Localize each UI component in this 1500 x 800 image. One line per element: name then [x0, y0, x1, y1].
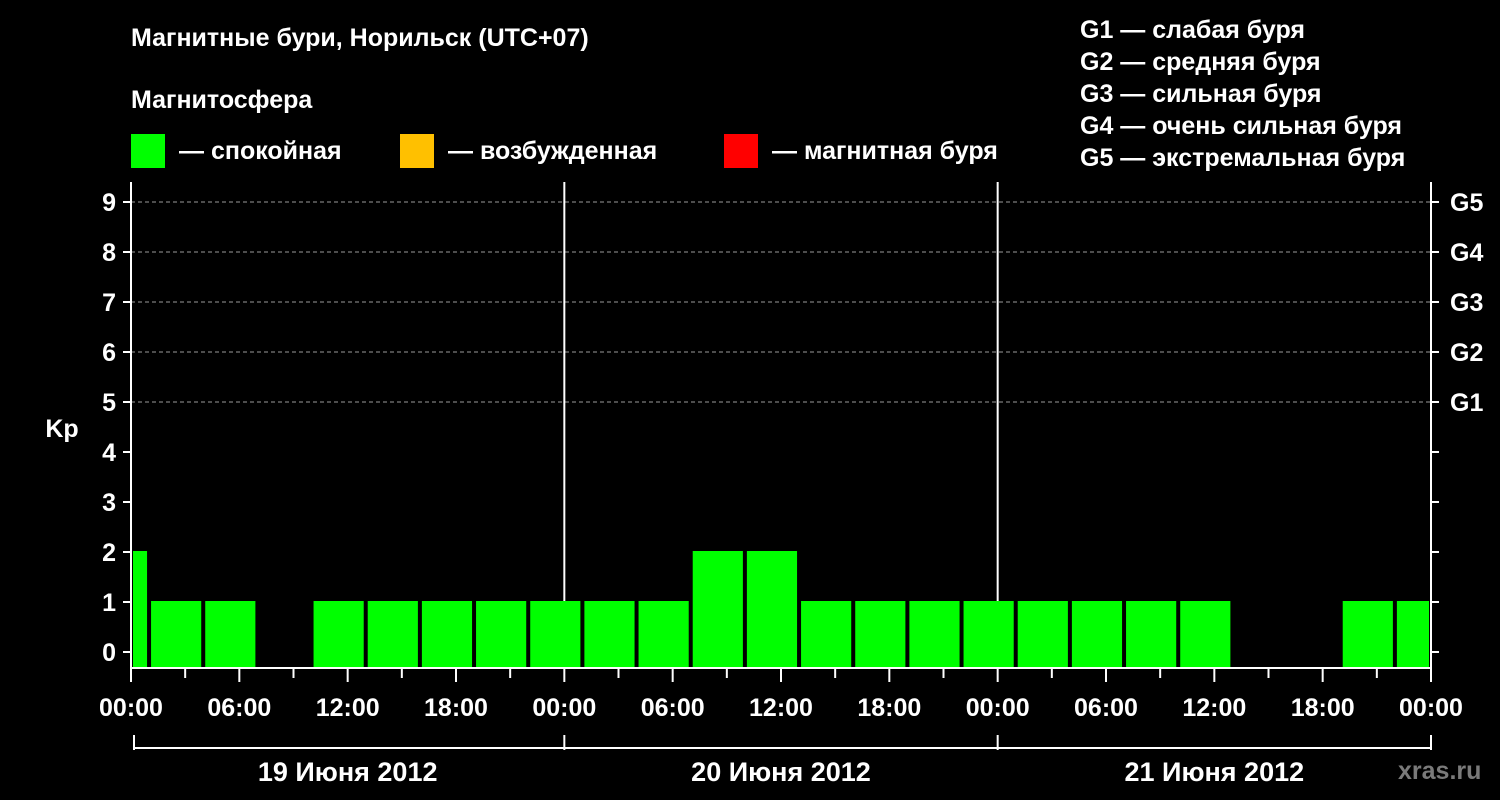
- x-tick-label: 00:00: [1399, 694, 1463, 722]
- x-tick-label: 00:00: [966, 694, 1030, 722]
- kp-bar: [909, 601, 960, 668]
- kp-bar: [801, 601, 852, 668]
- kp-bar: [584, 601, 635, 668]
- y-tick-label: 4: [102, 439, 116, 467]
- y-tick-label: 7: [102, 289, 116, 317]
- kp-bar: [367, 601, 418, 668]
- kp-bar: [1342, 601, 1393, 668]
- x-tick-label: 00:00: [99, 694, 163, 722]
- kp-bar: [421, 601, 473, 668]
- g-level-label-g2: G2: [1450, 339, 1483, 367]
- x-tick-label: 12:00: [1182, 694, 1246, 722]
- y-tick-label: 0: [102, 639, 116, 667]
- x-tick-label: 12:00: [749, 694, 813, 722]
- x-tick-label: 18:00: [424, 694, 488, 722]
- kp-bar: [692, 551, 743, 668]
- kp-bar: [638, 601, 689, 668]
- kp-bar: [746, 551, 798, 668]
- watermark: xras.ru: [1398, 757, 1482, 785]
- x-tick-label: 18:00: [1291, 694, 1355, 722]
- y-tick-label: 3: [102, 489, 116, 517]
- kp-bar: [151, 601, 202, 668]
- y-tick-label: 8: [102, 239, 116, 267]
- kp-bar: [476, 601, 527, 668]
- x-tick-label: 18:00: [857, 694, 921, 722]
- kp-bar: [205, 601, 256, 668]
- kp-bar: [1126, 601, 1177, 668]
- kp-bar: [133, 551, 148, 668]
- kp-bar: [855, 601, 906, 668]
- kp-bar: [530, 601, 581, 668]
- x-tick-label: 06:00: [207, 694, 271, 722]
- x-tick-label: 06:00: [641, 694, 705, 722]
- day-label: 20 Июня 2012: [691, 757, 871, 787]
- kp-bar: [1071, 601, 1123, 668]
- x-tick-label: 12:00: [316, 694, 380, 722]
- kp-bar: [963, 601, 1014, 668]
- g-level-label-g1: G1: [1450, 389, 1483, 417]
- kp-bar: [1017, 601, 1068, 668]
- y-tick-label: 6: [102, 339, 116, 367]
- g-level-label-g4: G4: [1450, 239, 1483, 267]
- g-level-label-g5: G5: [1450, 189, 1483, 217]
- kp-bar: [313, 601, 364, 668]
- kp-bar: [1180, 601, 1231, 668]
- kp-chart: Kp 0 1 2 3 4 5 6 7 8 9 G1 G2 G3 G4 G5 00:00 06:00 12:00 18…: [45, 182, 1483, 787]
- y-axis-label: Kp: [45, 415, 78, 443]
- day-label: 21 Июня 2012: [1125, 757, 1305, 787]
- kp-bar: [1396, 601, 1429, 668]
- x-tick-label: 06:00: [1074, 694, 1138, 722]
- x-tick-label: 00:00: [532, 694, 596, 722]
- y-tick-label: 9: [102, 189, 116, 217]
- day-label: 19 Июня 2012: [258, 757, 438, 787]
- g-level-label-g3: G3: [1450, 289, 1483, 317]
- y-tick-label: 1: [102, 589, 116, 617]
- y-tick-label: 5: [102, 389, 116, 417]
- y-tick-label: 2: [102, 539, 116, 567]
